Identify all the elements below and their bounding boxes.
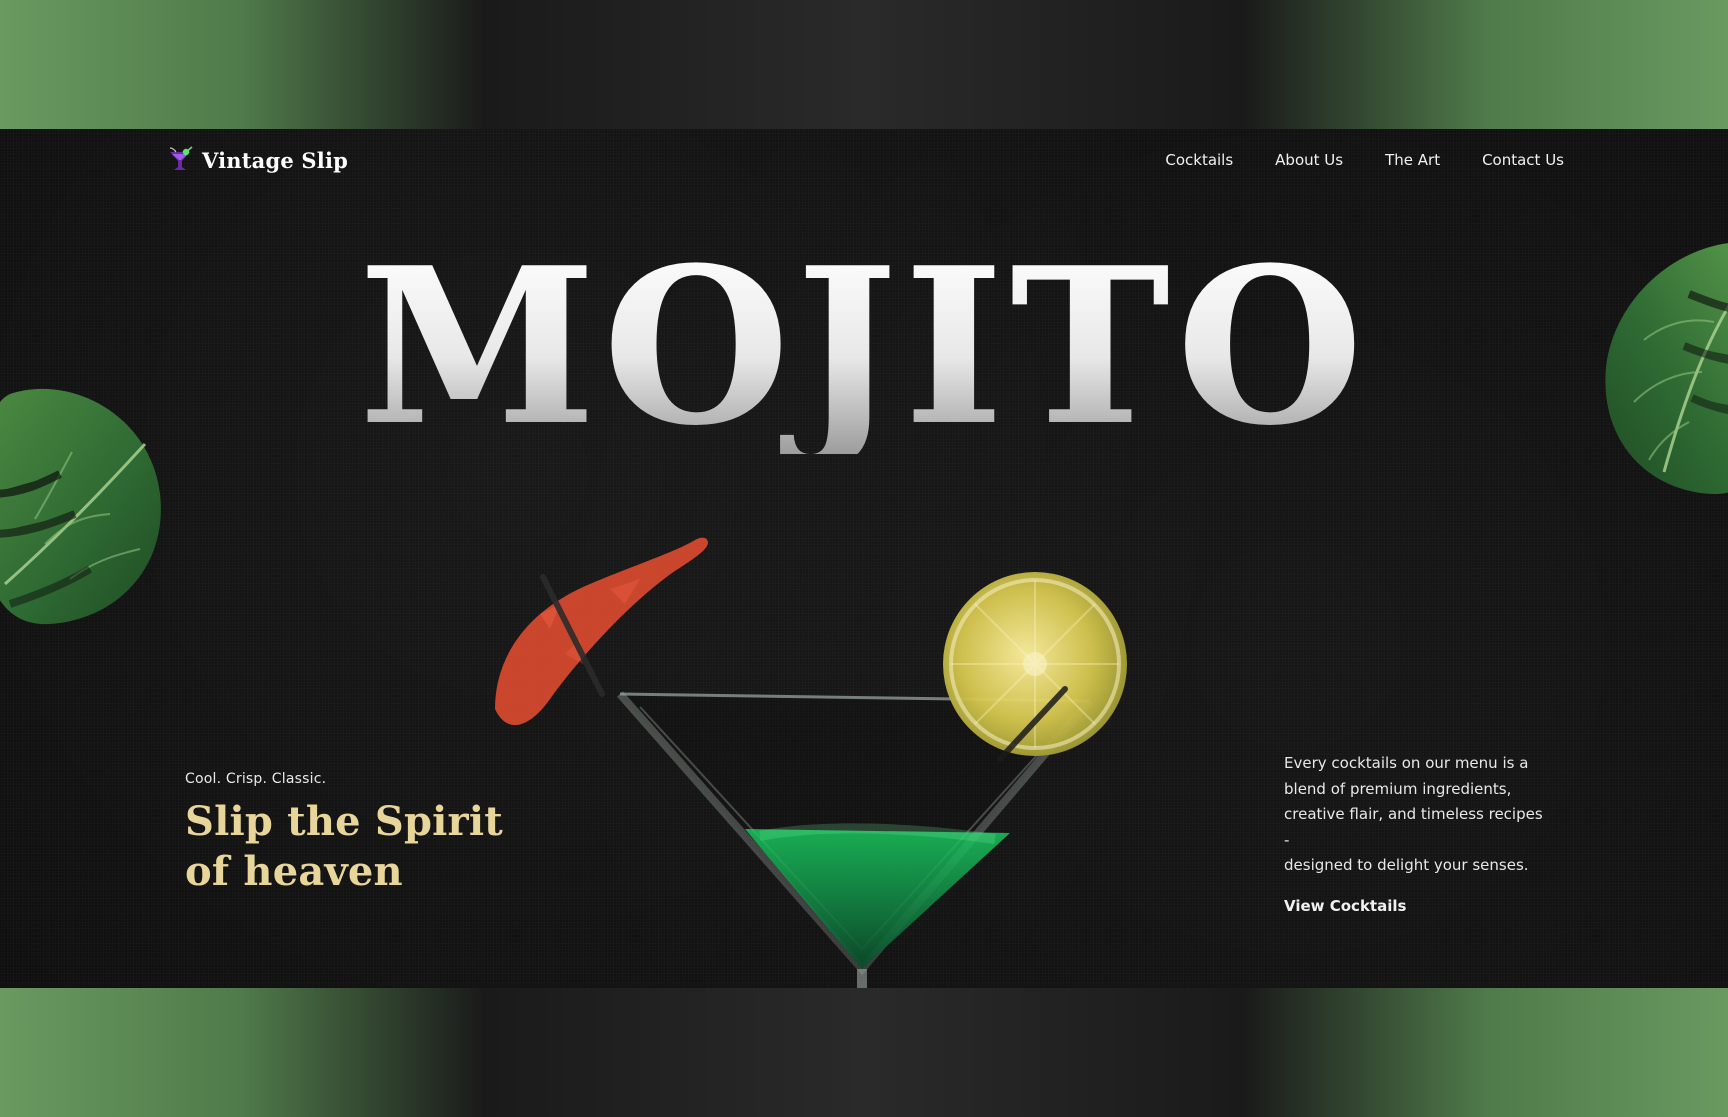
brand-logo-link[interactable]: Vintage Slip [166, 146, 348, 174]
hero-title-text: MOJITO [358, 220, 1370, 473]
nav-the-art[interactable]: The Art [1385, 151, 1440, 169]
hero-headline-line1: Slip the Spirit [185, 798, 503, 845]
hero-title: MOJITO [0, 239, 1728, 454]
monstera-leaf-icon [0, 388, 161, 625]
hero-stage: Vintage Slip Cocktails About Us The Art … [0, 129, 1728, 988]
left-leaf-decor [0, 374, 172, 634]
top-frame-band [0, 0, 1728, 129]
hero-subtitle: Cool. Crisp. Classic. [185, 771, 327, 787]
hero-headline: Slip the Spirit of heaven [185, 797, 503, 897]
nav-contact-us[interactable]: Contact Us [1482, 151, 1564, 169]
hero-tagline: Cool. Crisp. Classic. Slip the Spirit of… [185, 771, 503, 897]
right-leaf-decor [1594, 232, 1728, 502]
martini-glass-image [470, 469, 1230, 988]
nav-links: Cocktails About Us The Art Contact Us [1165, 151, 1564, 169]
monstera-leaf-icon [1605, 243, 1728, 495]
brand-name: Vintage Slip [202, 147, 349, 173]
cocktail-glass-icon [166, 146, 194, 174]
hero-description-block: Every cocktails on our menu is a blend o… [1284, 751, 1554, 915]
top-navigation: Vintage Slip Cocktails About Us The Art … [0, 129, 1728, 199]
nav-about-us[interactable]: About Us [1275, 151, 1343, 169]
hero-headline-line2: of heaven [185, 848, 403, 895]
view-cocktails-link[interactable]: View Cocktails [1284, 897, 1406, 915]
nav-cocktails[interactable]: Cocktails [1165, 151, 1233, 169]
hero-description: Every cocktails on our menu is a blend o… [1284, 754, 1543, 874]
bottom-frame-band [0, 988, 1728, 1117]
